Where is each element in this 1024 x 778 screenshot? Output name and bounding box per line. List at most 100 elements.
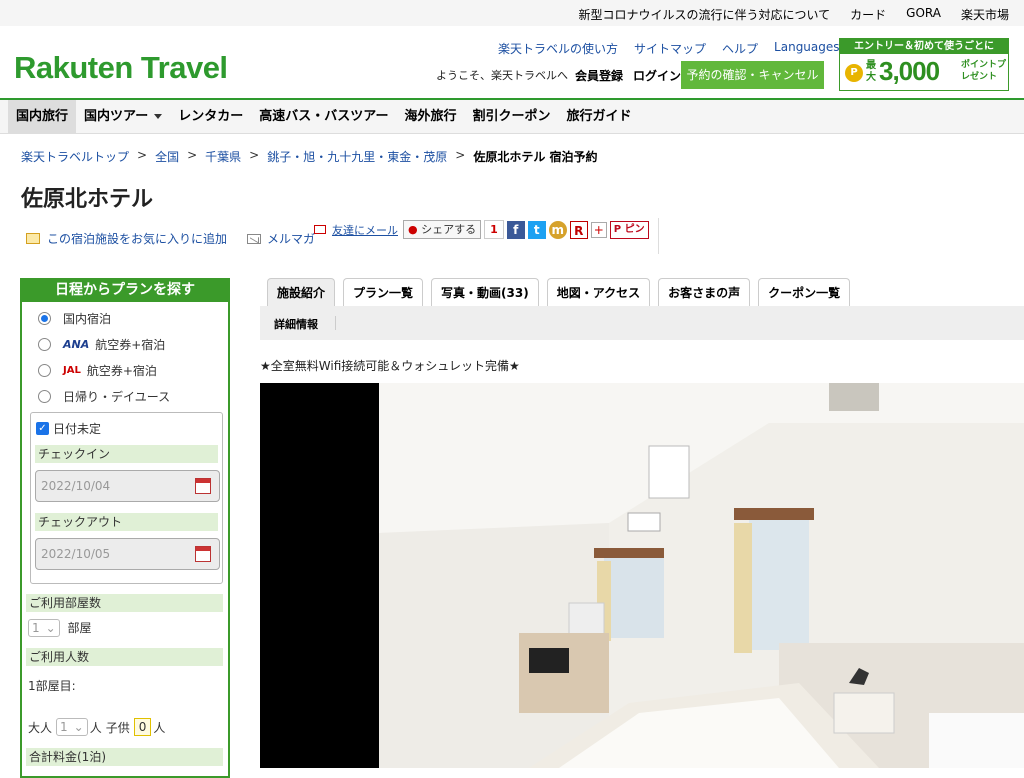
top-bar: 新型コロナウイルスの流行に伴う対応について カード GORA 楽天市場: [0, 0, 1024, 26]
adult-label: 大人: [28, 720, 53, 735]
adults-select[interactable]: 1: [56, 718, 88, 736]
checkout-input[interactable]: 2022/10/05: [35, 538, 220, 570]
catch-copy: ★全室無料Wifi接続可能＆ウォシュレット完備★: [260, 359, 520, 373]
covid-notice-link[interactable]: 新型コロナウイルスの流行に伴う対応について: [579, 6, 831, 23]
radio-button[interactable]: [38, 390, 51, 403]
login-link[interactable]: ログイン: [633, 67, 681, 84]
ana-logo: ANA: [63, 338, 90, 351]
hotel-tabs: 施設紹介 プラン一覧 写真・動画(33) 地図・アクセス お客さまの声 クーポン…: [267, 278, 851, 307]
how-to-use-link[interactable]: 楽天トラベルの使い方: [498, 40, 618, 57]
type-label: 航空券+宿泊: [95, 338, 166, 352]
checkbox-checked[interactable]: ✓: [36, 422, 49, 435]
radio-button[interactable]: [38, 312, 51, 325]
detail-info-link[interactable]: 詳細情報: [274, 316, 318, 332]
nav-overseas[interactable]: 海外旅行: [397, 100, 465, 134]
type-label: 国内宿泊: [63, 312, 112, 326]
pinterest-button[interactable]: P ピン: [609, 220, 649, 239]
tab-map[interactable]: 地図・アクセス: [546, 278, 651, 307]
checkin-label: チェックイン: [35, 445, 218, 463]
total-label: 合計料金(1泊): [26, 748, 223, 766]
people-label: ご利用人数: [26, 648, 223, 666]
nav-coupon[interactable]: 割引クーポン: [465, 100, 559, 134]
room1-label: 1部屋目:: [28, 679, 76, 693]
type-dayuse-radio[interactable]: 日帰り・デイユース: [38, 388, 170, 405]
radio-button[interactable]: [38, 338, 51, 351]
nav-travel-guide[interactable]: 旅行ガイド: [559, 100, 640, 134]
ichiba-link[interactable]: 楽天市場: [961, 6, 1009, 23]
tab-photos[interactable]: 写真・動画(33): [431, 278, 539, 307]
tab-overview[interactable]: 施設紹介: [267, 278, 336, 307]
nav-domestic-tour[interactable]: 国内ツアー: [76, 100, 170, 134]
breadcrumb-all[interactable]: 全国: [155, 148, 179, 165]
facebook-icon[interactable]: f: [506, 220, 525, 239]
type-label: 日帰り・デイユース: [63, 390, 171, 404]
calendar-icon[interactable]: [195, 546, 211, 562]
rooms-unit: 部屋: [67, 621, 92, 635]
twitter-icon[interactable]: t: [527, 220, 546, 239]
tab-plans[interactable]: プラン一覧: [343, 278, 424, 307]
plus-icon[interactable]: +: [590, 221, 607, 238]
banner-amount: 3,000: [879, 56, 940, 86]
register-link[interactable]: 会員登録: [575, 67, 623, 84]
checkin-input[interactable]: 2022/10/04: [35, 470, 220, 502]
share-count: 1: [484, 220, 504, 239]
card-link[interactable]: カード: [850, 6, 886, 23]
main-nav: 国内旅行 国内ツアー レンタカー 高速バス・バスツアー 海外旅行 割引クーポン …: [0, 98, 1024, 134]
breadcrumb-separator: >: [137, 148, 148, 162]
radio-button[interactable]: [38, 364, 51, 377]
room-illustration: [379, 383, 1024, 768]
people-row: 大人 1 人 子供 0 人: [28, 718, 165, 736]
checkout-value: 2022/10/05: [41, 547, 111, 561]
rooms-row: 1 部屋: [28, 619, 92, 637]
breadcrumb-area[interactable]: 銚子・旭・九十九里・東金・茂原: [267, 148, 447, 165]
divider: [658, 218, 659, 254]
top-links: 新型コロナウイルスの流行に伴う対応について カード GORA 楽天市場: [579, 6, 1010, 23]
share-button[interactable]: ● シェアする: [403, 220, 482, 239]
type-domestic-radio[interactable]: 国内宿泊: [38, 310, 111, 327]
child-unit: 人: [153, 720, 166, 735]
date-undecided-label: 日付未定: [53, 422, 102, 436]
rakuten-travel-logo[interactable]: Rakuten Travel: [14, 50, 228, 86]
add-favorite-link[interactable]: この宿泊施設をお気に入りに追加: [47, 230, 227, 247]
nav-highway-bus[interactable]: 高速バス・バスツアー: [251, 100, 396, 134]
help-links: 楽天トラベルの使い方 サイトマップ ヘルプ Languages: [498, 40, 854, 57]
banner-points: ポイントプレゼント: [961, 60, 1007, 82]
jal-logo: JAL: [63, 365, 81, 376]
adult-unit: 人: [89, 720, 102, 735]
point-campaign-banner[interactable]: エントリー＆初めて使うごとに P 最大 3,000 ポイントプレゼント: [839, 38, 1009, 91]
breadcrumb-separator: >: [455, 148, 466, 162]
type-jal-radio[interactable]: JAL 航空券+宿泊: [38, 362, 157, 379]
hotel-room-photo[interactable]: [260, 383, 1024, 768]
type-ana-radio[interactable]: ANA 航空券+宿泊: [38, 336, 165, 353]
breadcrumb: 楽天トラベルトップ > 全国 > 千葉県 > 銚子・旭・九十九里・東金・茂原 >…: [21, 148, 598, 165]
checkout-label: チェックアウト: [35, 513, 218, 531]
banner-max: 最大: [866, 60, 876, 83]
header: Rakuten Travel 楽天トラベルの使い方 サイトマップ ヘルプ Lan…: [0, 26, 1024, 98]
mailmag-link[interactable]: メルマガ: [267, 230, 315, 247]
tab-reviews[interactable]: お客さまの声: [658, 278, 751, 307]
children-input[interactable]: 0: [133, 718, 152, 736]
nav-domestic[interactable]: 国内旅行: [8, 100, 77, 134]
calendar-icon[interactable]: [195, 478, 211, 494]
mail-friend-link[interactable]: 友達にメール: [332, 222, 398, 238]
favorite-icon: [26, 233, 40, 244]
tab-coupons[interactable]: クーポン一覧: [758, 278, 851, 307]
nav-rental-car[interactable]: レンタカー: [170, 100, 251, 134]
plan-search-panel: 日程からプランを探す 国内宿泊 ANA 航空券+宿泊 JAL 航空券+宿泊 日帰…: [20, 278, 230, 778]
mixi-icon[interactable]: m: [548, 220, 567, 239]
breadcrumb-top[interactable]: 楽天トラベルトップ: [21, 148, 129, 165]
help-link[interactable]: ヘルプ: [722, 40, 758, 57]
breadcrumb-prefecture[interactable]: 千葉県: [205, 148, 241, 165]
mail-friend-icon: [314, 225, 326, 234]
point-coin-icon: P: [845, 64, 863, 82]
gora-link[interactable]: GORA: [906, 6, 941, 23]
share-label: シェアする: [421, 223, 477, 236]
rakuten-icon[interactable]: R: [569, 220, 588, 239]
reservation-check-button[interactable]: 予約の確認・キャンセル: [681, 61, 824, 89]
rooms-select[interactable]: 1: [28, 619, 60, 637]
rooms-label: ご利用部屋数: [26, 594, 223, 612]
date-box: ✓ 日付未定 チェックイン 2022/10/04 チェックアウト 2022/10…: [30, 412, 223, 584]
date-undecided-checkbox[interactable]: ✓ 日付未定: [36, 420, 101, 437]
sitemap-link[interactable]: サイトマップ: [634, 40, 706, 57]
page-title: 佐原北ホテル: [21, 187, 154, 212]
